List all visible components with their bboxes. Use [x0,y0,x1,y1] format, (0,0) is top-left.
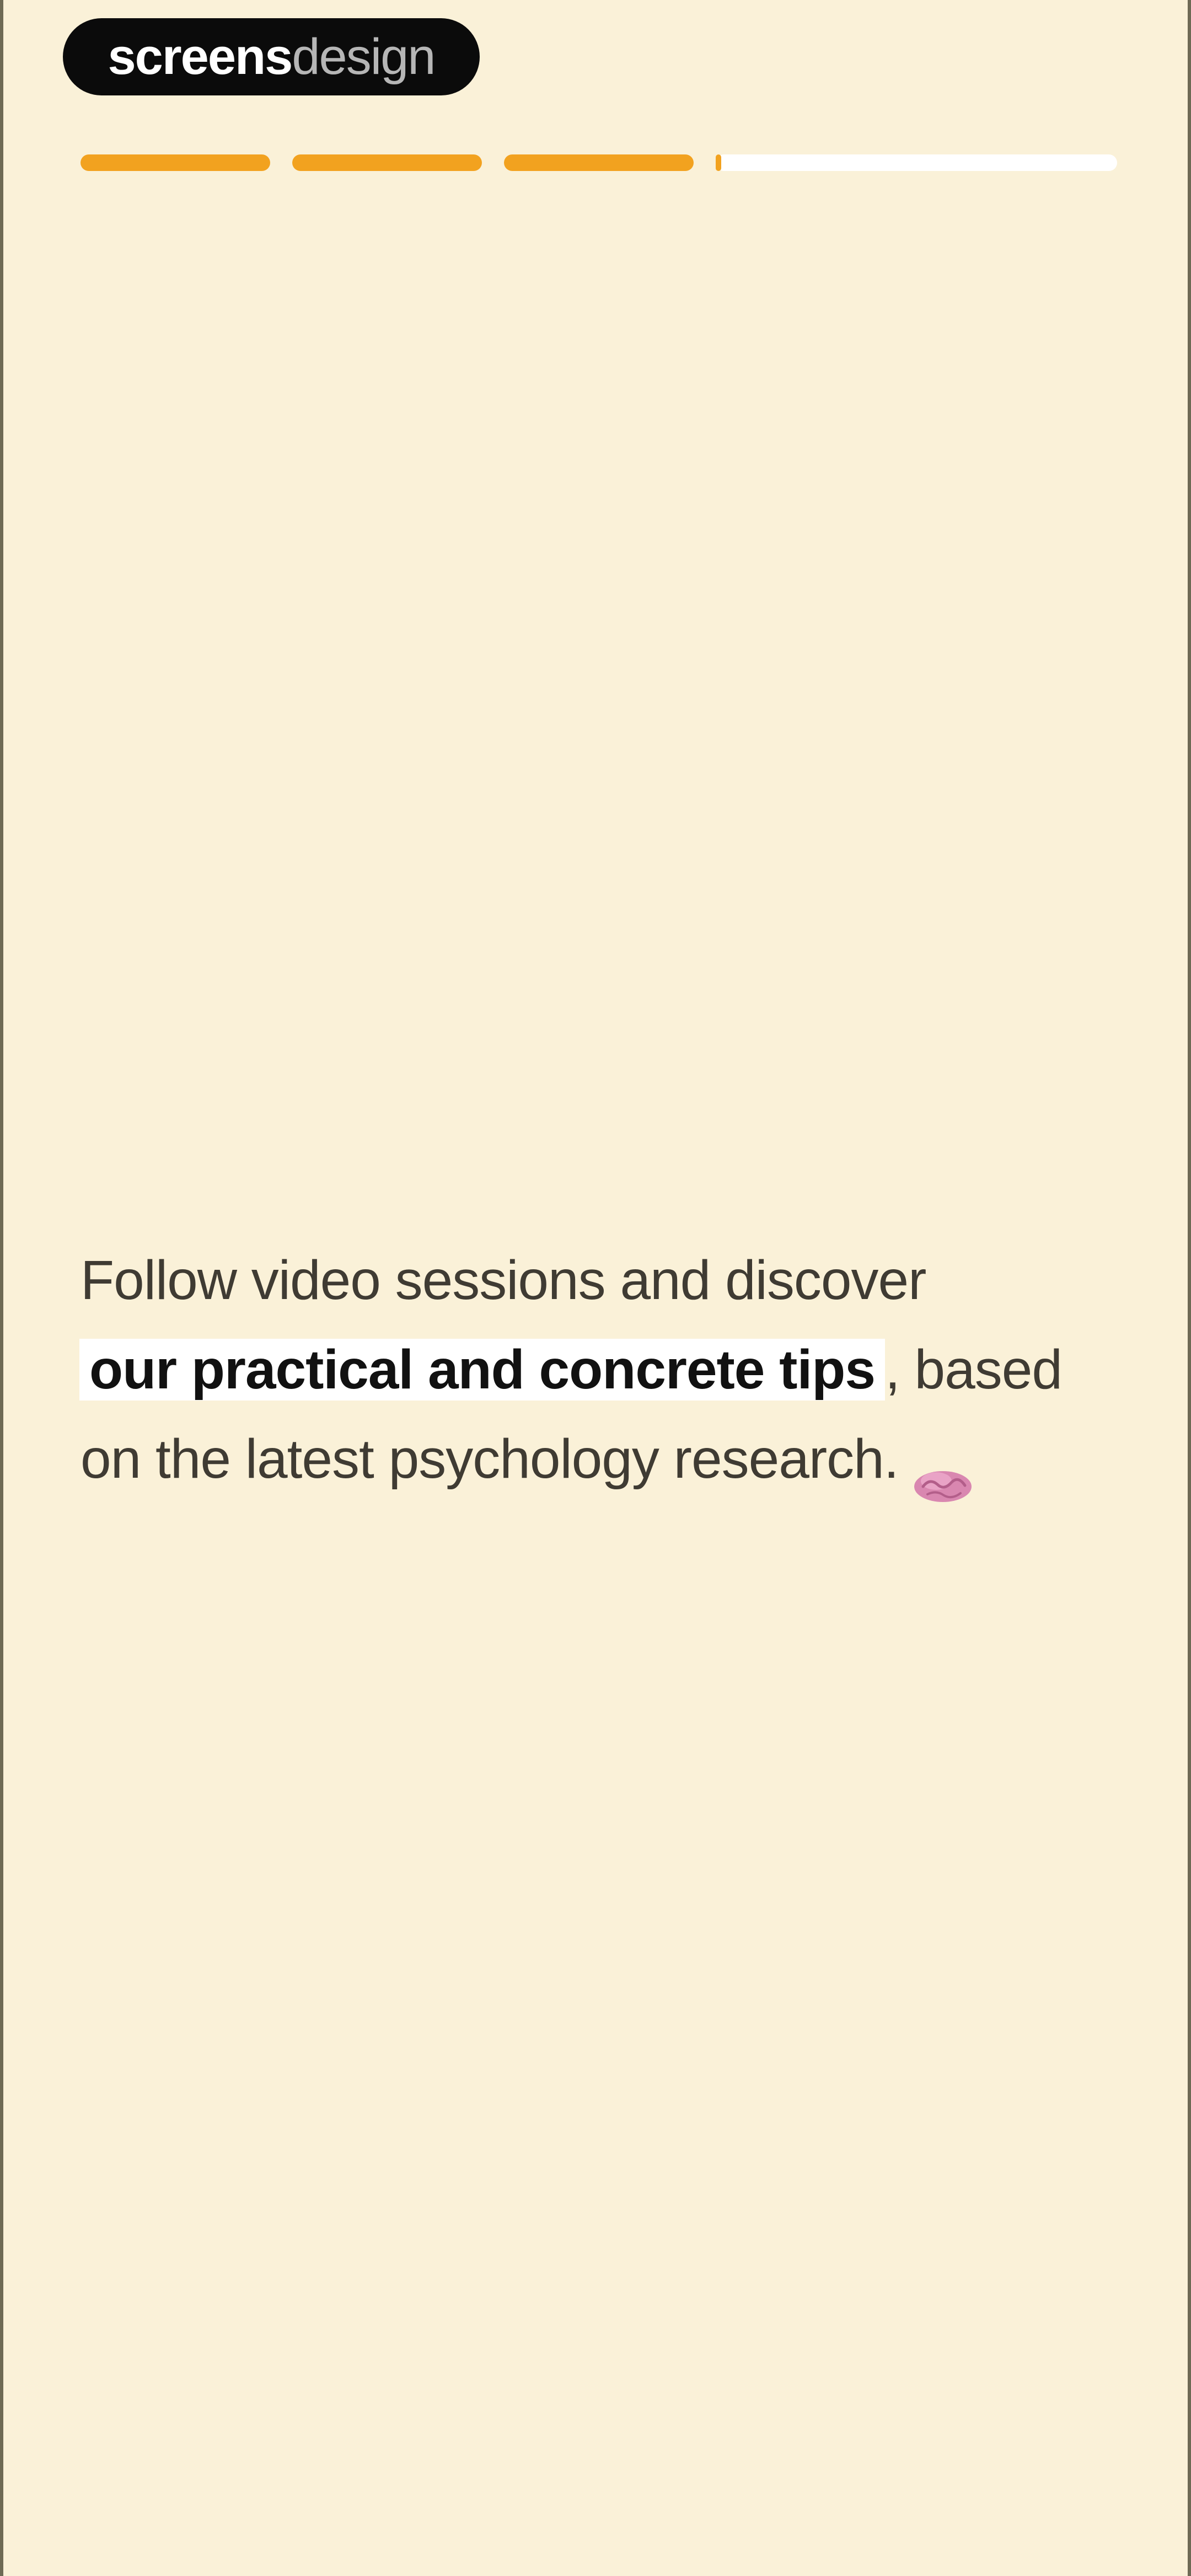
onboarding-screen: screens design Follow video sessions and … [0,0,1191,2576]
brain-icon [912,1441,974,1502]
message-line-2-rest: , based [884,1339,1063,1401]
progress-segment-2 [292,154,482,171]
progress-segment-1-fill [81,154,270,171]
message-line-3-text: on the latest psychology research. [81,1428,899,1490]
highlighted-phrase: our practical and concrete tips [79,1339,885,1401]
message-line-2: our practical and concrete tips, based [79,1325,1128,1414]
progress-segment-3 [504,154,694,171]
message-line-1: Follow video sessions and discover [81,1249,926,1311]
progress-segment-5 [927,154,1117,171]
brand-strong-text: screens [108,29,293,85]
message-line-3: on the latest psychology research. [81,1414,1128,1504]
progress-segment-4-fill [716,154,721,171]
onboarding-message: Follow video sessions and discover our p… [79,1236,1128,1504]
brand-light-text: design [292,29,436,85]
progress-segment-3-fill [504,154,694,171]
progress-segment-1 [81,154,270,171]
story-progress-bar [81,154,1117,171]
progress-segment-2-fill [292,154,482,171]
brand-badge: screens design [63,18,480,95]
